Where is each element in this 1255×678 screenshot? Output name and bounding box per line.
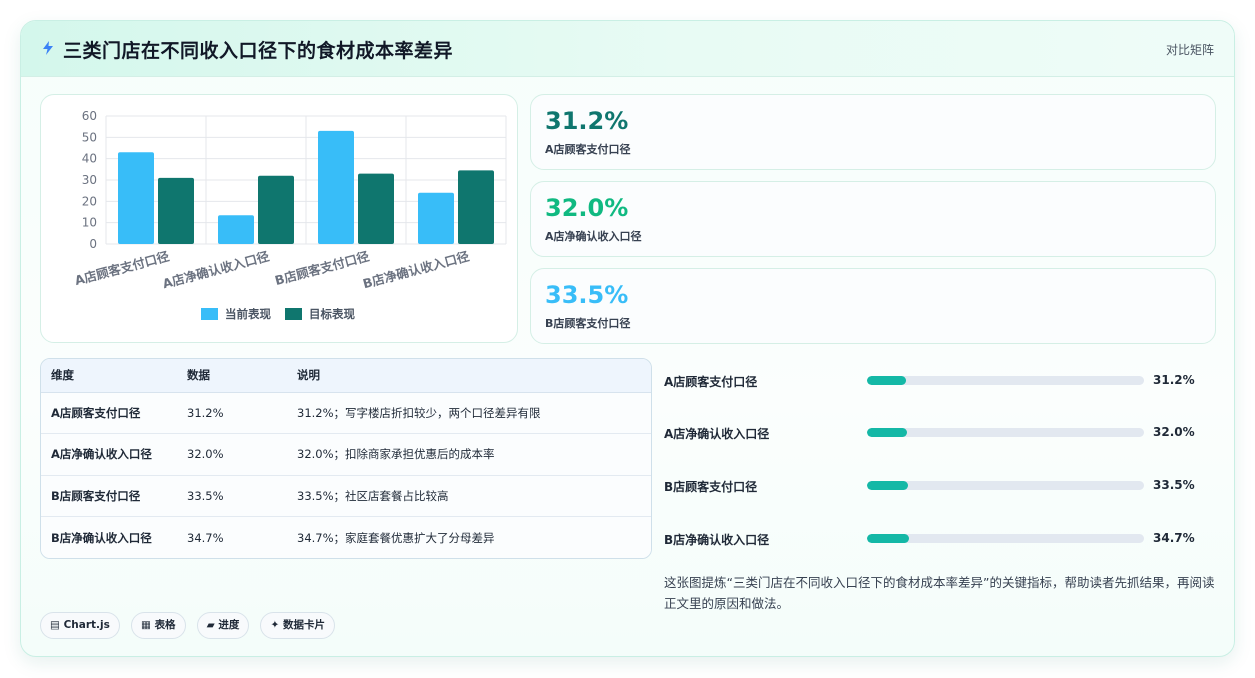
legend-label: 当前表现: [225, 307, 271, 321]
chip-progress[interactable]: ▰ 进度: [196, 612, 250, 639]
table-row: A店顾客支付口径 31.2% 31.2%；写字楼店折扣较少，两个口径差异有限: [41, 392, 651, 434]
progress-label: A店顾客支付口径: [664, 375, 758, 389]
y-tick-label: 20: [82, 194, 97, 208]
bar: [218, 215, 254, 244]
table-header: 维度: [41, 359, 187, 393]
stat-label: B店顾客支付口径: [545, 317, 631, 330]
progress-track: [867, 376, 1144, 385]
progress-value: 34.7%: [1153, 531, 1195, 545]
page-title: 三类门店在不同收入口径下的食材成本率差异: [63, 40, 454, 62]
chip-table[interactable]: ▦ 表格: [130, 612, 186, 639]
progress-label: B店净确认收入口径: [664, 533, 770, 547]
table-header: 数据: [187, 359, 297, 393]
progress-row: B店顾客支付口径 33.5%: [664, 476, 1224, 496]
bar: [118, 152, 154, 244]
progress-value: 31.2%: [1153, 373, 1195, 387]
bar: [318, 130, 354, 244]
card-header: 三类门店在不同收入口径下的食材成本率差异 对比矩阵: [21, 21, 1234, 77]
y-tick-label: 50: [82, 130, 97, 144]
chip-chartjs[interactable]: ▤ Chart.js: [40, 612, 120, 639]
progress-label: B店顾客支付口径: [664, 480, 758, 494]
data-table: 维度 数据 说明 A店顾客支付口径 31.2% 31.2%；写字楼店折扣较少，两…: [41, 359, 651, 558]
table-row: B店顾客支付口径 33.5% 33.5%；社区店套餐占比较高: [41, 475, 651, 517]
y-tick-label: 10: [82, 216, 97, 230]
table-icon: ▦: [140, 619, 151, 631]
lightning-icon: [41, 40, 55, 56]
table-header-row: 维度 数据 说明: [41, 359, 651, 393]
table-cell: 31.2%；写字楼店折扣较少，两个口径差异有限: [297, 392, 651, 434]
legend-swatch: [285, 308, 302, 320]
progress-value: 33.5%: [1153, 478, 1195, 492]
progress-row: A店顾客支付口径 31.2%: [664, 371, 1224, 391]
data-table-panel: 维度 数据 说明 A店顾客支付口径 31.2% 31.2%；写字楼店折扣较少，两…: [40, 358, 652, 559]
progress-row: B店净确认收入口径 34.7%: [664, 529, 1224, 549]
dashboard-card: 三类门店在不同收入口径下的食材成本率差异 对比矩阵 0 10 20 30 40 50 60 A…: [20, 20, 1235, 657]
legend-swatch: [201, 308, 218, 320]
bar: [418, 192, 454, 244]
table-cell: 34.7%；家庭套餐优惠扩大了分母差异: [297, 530, 495, 545]
stat-value: 32.0%: [545, 194, 629, 222]
bar: [258, 175, 294, 244]
tech-chips: ▤ Chart.js ▦ 表格 ▰ 进度 ✦ 数据卡片: [40, 612, 341, 639]
stat-value: 31.2%: [545, 107, 629, 135]
table-row: B店净确认收入口径 34.7% 34.7%；家庭套餐优惠扩大了分母差异: [41, 516, 651, 558]
y-tick-label: 30: [82, 173, 97, 187]
table-cell: A店净确认收入口径: [41, 433, 187, 476]
legend-label: 目标表现: [309, 307, 355, 321]
y-tick-label: 40: [82, 152, 97, 166]
table-cell: 32.0%；扣除商家承担优惠后的成本率: [297, 433, 651, 476]
table-cell: 34.7%: [187, 530, 224, 545]
stat-card: 31.2% A店顾客支付口径: [530, 94, 1216, 170]
table-cell: 33.5%: [187, 475, 297, 517]
stat-card: 33.5% B店顾客支付口径: [530, 268, 1216, 344]
progress-icon: ▰: [206, 619, 215, 631]
sparkle-icon: ✦: [270, 619, 280, 631]
bar: [358, 173, 394, 244]
header-tag: 对比矩阵: [1165, 43, 1214, 57]
progress-label: A店净确认收入口径: [664, 427, 770, 441]
table-cell: 31.2%: [187, 392, 297, 434]
progress-fill: [867, 376, 907, 385]
bar-chart: 0 10 20 30 40 50 60 A店顾客支付口径A店净确认收入口径 B店顾客支付口径B店…: [73, 109, 507, 321]
stat-label: A店顾客支付口径: [545, 143, 631, 156]
summary-note: 这张图提炼“三类门店在不同收入口径下的食材成本率差异”的关键指标，帮助读者先抓结…: [664, 575, 1215, 611]
progress-track: [867, 534, 1144, 543]
stat-card: 32.0% A店净确认收入口径: [530, 181, 1216, 257]
x-tick-label: B店顾客支付口径: [273, 248, 371, 288]
chart-icon: ▤: [50, 619, 60, 631]
y-tick-label: 60: [82, 109, 97, 123]
x-tick-label: A店净确认收入口径: [161, 248, 271, 291]
y-tick-label: 0: [89, 237, 97, 251]
progress-fill: [867, 428, 907, 437]
table-cell: A店顾客支付口径: [41, 392, 187, 434]
bar-chart-panel: 0 10 20 30 40 50 60 A店顾客支付口径 A店净确认收入口径 B店顾客支付口径 B店…: [40, 94, 518, 343]
progress-track: [867, 481, 1144, 490]
x-tick-label: A店顾客支付口径: [73, 248, 171, 288]
x-tick-label: B店净确认收入口径: [361, 248, 471, 291]
table-cell: B店顾客支付口径: [41, 475, 187, 517]
stat-value: 33.5%: [545, 281, 629, 309]
table-cell: 33.5%；社区店套餐占比较高: [297, 475, 651, 517]
table-cell: 32.0%: [187, 433, 297, 476]
progress-value: 32.0%: [1153, 425, 1195, 439]
table-cell: B店净确认收入口径: [51, 530, 152, 545]
progress-row: A店净确认收入口径 32.0%: [664, 423, 1224, 443]
stat-label: A店净确认收入口径: [545, 230, 642, 243]
chip-data-cards[interactable]: ✦ 数据卡片: [260, 612, 335, 639]
table-header: 说明: [297, 359, 651, 393]
progress-track: [867, 428, 1144, 437]
bar: [458, 170, 494, 244]
progress-fill: [867, 534, 910, 543]
bar: [158, 177, 194, 244]
table-row: A店净确认收入口径 32.0% 32.0%；扣除商家承担优惠后的成本率: [41, 433, 651, 476]
progress-fill: [867, 481, 908, 490]
